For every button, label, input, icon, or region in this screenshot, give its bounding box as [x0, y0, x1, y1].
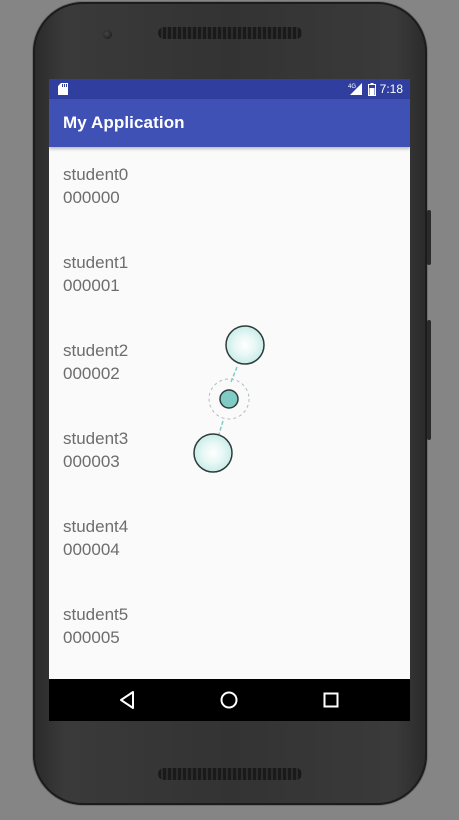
pinch-center-dot — [219, 389, 239, 409]
touch-point-upper — [225, 325, 265, 365]
pinch-line-lower — [218, 420, 224, 435]
front-camera — [103, 30, 112, 39]
top-speaker — [158, 27, 302, 39]
back-icon[interactable] — [115, 688, 139, 712]
volume-button[interactable] — [427, 210, 431, 265]
touch-point-lower — [193, 433, 233, 473]
navigation-bar — [49, 679, 410, 721]
bottom-speaker — [158, 768, 302, 780]
home-icon[interactable] — [217, 688, 241, 712]
power-button[interactable] — [427, 320, 431, 440]
device-screen: 4G 7:18 My Application student0 000000 s… — [49, 79, 410, 721]
pinch-gesture-overlay — [193, 325, 265, 473]
recents-icon[interactable] — [319, 688, 343, 712]
